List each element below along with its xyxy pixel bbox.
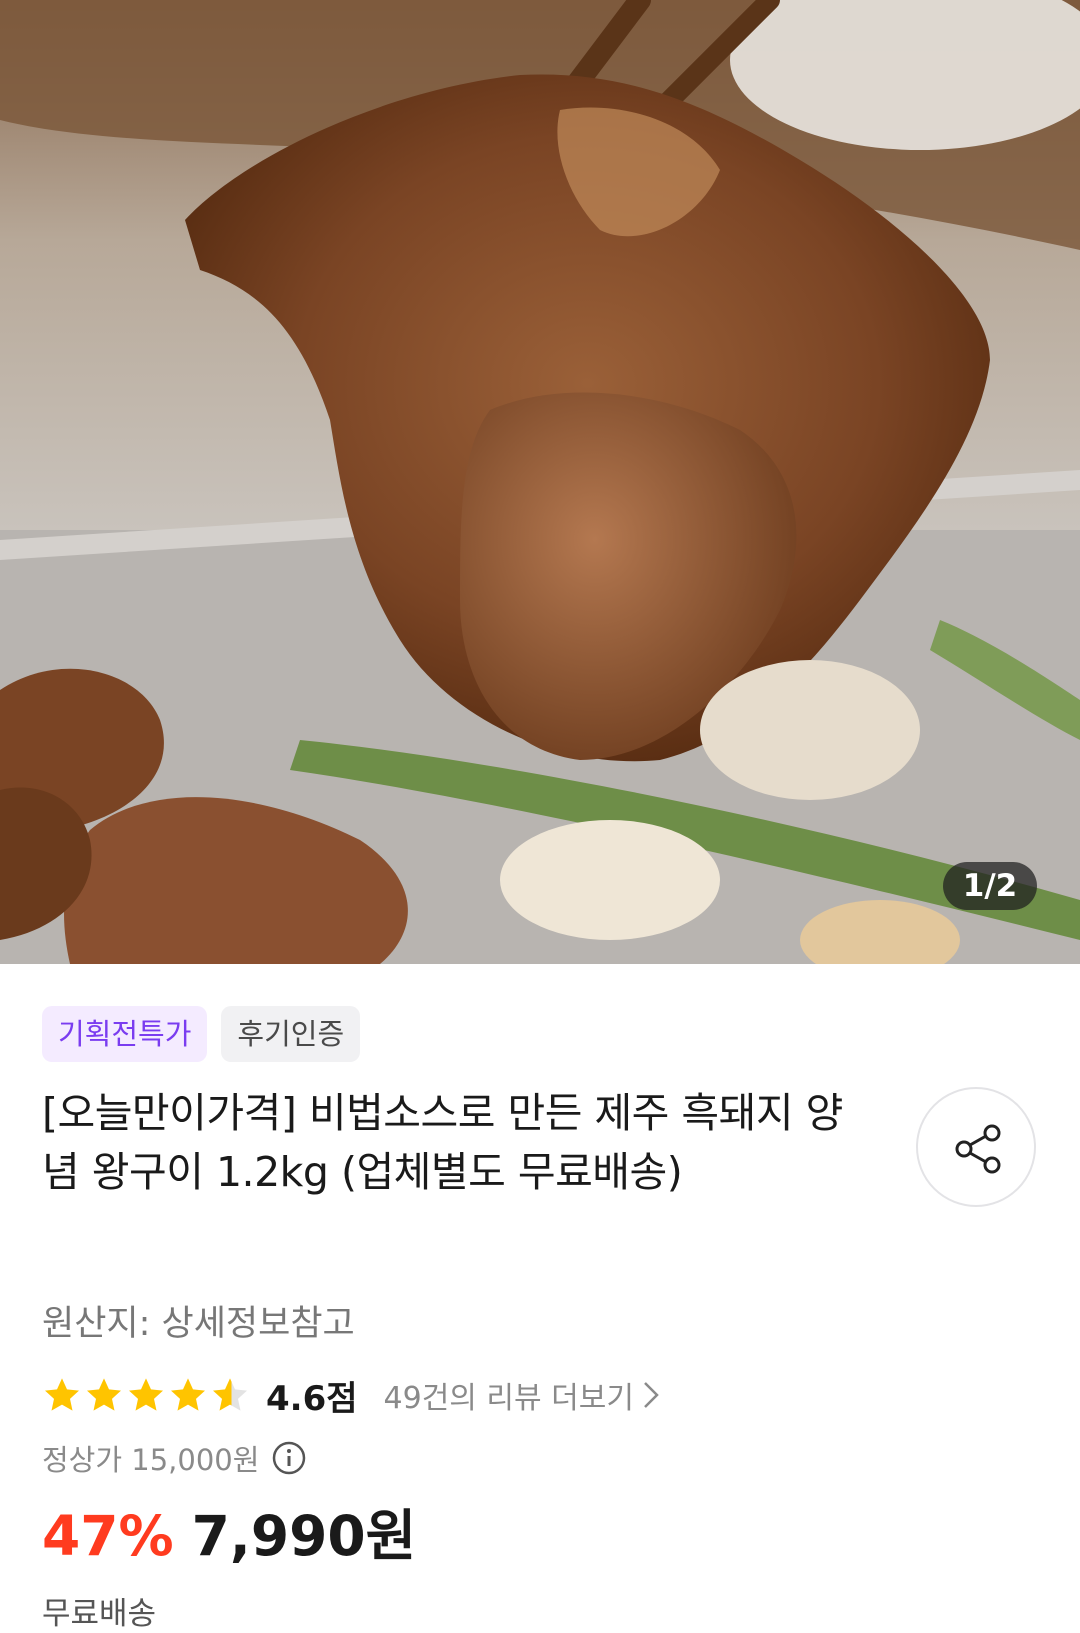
rating-row: 4.6점 49건의 리뷰 더보기 bbox=[42, 1372, 660, 1419]
product-title: [오늘만이가격] 비법소스로 만든 제주 흑돼지 양념 왕구이 1.2kg (업… bbox=[42, 1089, 843, 1196]
rating-score: 4.6점 bbox=[266, 1378, 358, 1419]
star-icon bbox=[129, 1378, 163, 1411]
reviews-more-link[interactable]: 49건의 리뷰 더보기 bbox=[384, 1373, 660, 1417]
share-icon bbox=[955, 1124, 1001, 1174]
shipping-info: 무료배송 bbox=[42, 1596, 157, 1632]
origin-info: 원산지: 상세정보참고 bbox=[42, 1304, 355, 1344]
share-button[interactable] bbox=[916, 1087, 1036, 1207]
price-row: 47% 7,990원 bbox=[42, 1491, 416, 1571]
original-price-row: 정상가 15,000원 bbox=[42, 1437, 307, 1479]
star-icon bbox=[87, 1378, 121, 1411]
review-certified-badge: 후기인증 bbox=[221, 1006, 361, 1062]
original-price: 정상가 15,000원 bbox=[42, 1443, 260, 1477]
star-icon bbox=[45, 1378, 79, 1411]
half-star-icon bbox=[213, 1378, 247, 1411]
chevron-right-icon bbox=[644, 1382, 659, 1408]
info-icon[interactable] bbox=[271, 1440, 307, 1476]
sale-price: 7,990원 bbox=[191, 1504, 417, 1568]
star-icon bbox=[171, 1378, 205, 1411]
pork-skewer-photo bbox=[0, 0, 1080, 964]
star-rating bbox=[42, 1375, 250, 1415]
product-image[interactable]: 1/2 bbox=[0, 0, 1080, 964]
image-counter: 1/2 bbox=[943, 862, 1037, 910]
promo-badge: 기획전특가 bbox=[42, 1006, 208, 1062]
discount-rate: 47% bbox=[42, 1504, 174, 1568]
reviews-more-label: 49건의 리뷰 더보기 bbox=[383, 1381, 634, 1416]
badge-row: 기획전특가 후기인증 bbox=[42, 1006, 361, 1062]
